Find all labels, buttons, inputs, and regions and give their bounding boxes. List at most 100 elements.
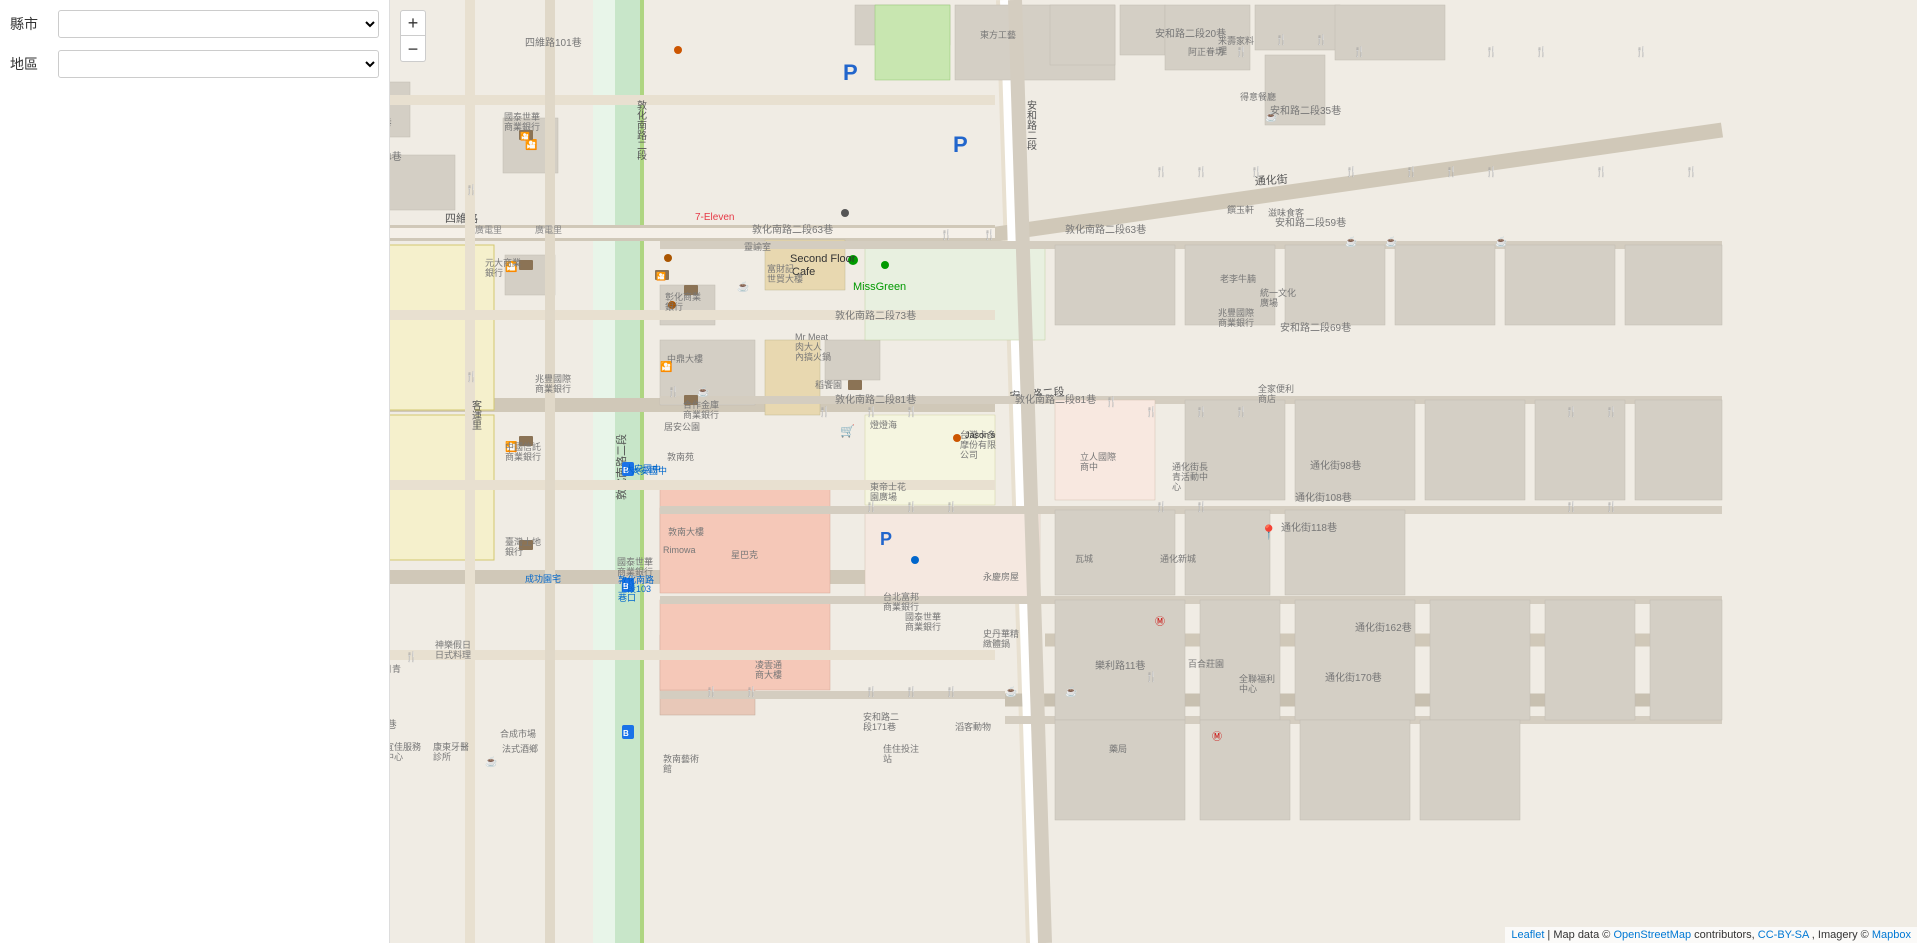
svg-text:🎦: 🎦 [520,131,530,141]
svg-text:敦化南路二段81巷: 敦化南路二段81巷 [835,393,916,406]
zoom-out-button[interactable]: − [400,36,426,62]
svg-text:商業銀行: 商業銀行 [504,121,540,132]
svg-text:全聯福利: 全聯福利 [1239,673,1275,684]
svg-text:診所: 診所 [433,751,451,762]
svg-text:🍴: 🍴 [705,685,717,698]
svg-text:銀行: 銀行 [505,546,523,557]
map-data-text: Map data © [1553,929,1610,941]
zoom-in-button[interactable]: + [400,10,426,36]
svg-text:🍴: 🍴 [1145,670,1157,683]
svg-text:國泰世華: 國泰世華 [905,611,941,622]
svg-text:四維路101巷: 四維路101巷 [525,36,582,49]
svg-text:☕: ☕ [485,755,497,768]
svg-text:稻饗園: 稻饗園 [815,379,842,390]
svg-text:神樂假日: 神樂假日 [435,639,471,650]
svg-text:康東牙醫: 康東牙醫 [433,741,469,752]
svg-text:通化街98巷: 通化街98巷 [1310,459,1361,472]
sidebar-panel: 縣市 地區 [0,0,390,943]
svg-text:🍴: 🍴 [1155,165,1167,178]
svg-text:廣電里: 廣電里 [535,224,562,235]
svg-text:安和路二段: 安和路二段 [1025,99,1037,151]
svg-text:園廣場: 園廣場 [870,491,897,502]
svg-text:臺灣土地: 臺灣土地 [505,536,541,547]
svg-text:7-Eleven: 7-Eleven [695,212,734,223]
svg-text:合作金庫: 合作金庫 [683,399,719,410]
svg-text:佳住投注: 佳住投注 [883,743,919,754]
svg-text:得意餐廳: 得意餐廳 [1240,91,1276,102]
svg-text:🍴: 🍴 [1235,405,1247,418]
svg-text:☕: ☕ [737,280,749,293]
svg-text:富財記: 富財記 [767,263,794,274]
svg-text:通化街108巷: 通化街108巷 [1295,491,1352,504]
svg-text:站: 站 [883,753,892,764]
svg-text:通化街162巷: 通化街162巷 [1355,621,1412,634]
svg-text:瓦城: 瓦城 [1075,554,1093,564]
svg-text:廣電里: 廣電里 [475,224,502,235]
svg-text:🍴: 🍴 [1605,405,1617,418]
svg-text:🍴: 🍴 [1250,165,1262,178]
map-attribution: Leaflet | Map data © OpenStreetMap contr… [1505,927,1917,943]
svg-text:客運里: 客運里 [470,399,482,430]
svg-text:國泰世華: 國泰世華 [504,111,540,122]
svg-text:商業銀行: 商業銀行 [1218,317,1254,328]
svg-text:日式料理: 日式料理 [435,649,471,660]
svg-text:P: P [843,60,858,85]
svg-text:🍴: 🍴 [865,405,877,418]
svg-text:中鼎大樓: 中鼎大樓 [667,353,703,364]
svg-text:Ⓜ: Ⓜ [1155,616,1165,628]
svg-text:東帝士花: 東帝士花 [870,481,906,492]
svg-text:合成市場: 合成市場 [500,728,536,739]
svg-text:🍴: 🍴 [1315,33,1327,46]
svg-text:成功園宅: 成功園宅 [525,573,561,584]
svg-text:通化新城: 通化新城 [1160,553,1196,564]
osm-link[interactable]: OpenStreetMap [1613,929,1691,941]
svg-text:東方工藝: 東方工藝 [980,29,1016,40]
svg-text:🍴: 🍴 [1195,500,1207,513]
svg-text:青活動中: 青活動中 [1172,471,1208,482]
svg-text:🍴: 🍴 [1485,45,1497,58]
svg-text:彰化商業: 彰化商業 [665,291,701,302]
svg-text:☕: ☕ [1065,685,1077,698]
svg-text:居安公園: 居安公園 [664,421,700,432]
svg-text:🍴: 🍴 [1195,405,1207,418]
svg-text:🍴: 🍴 [1595,165,1607,178]
svg-text:安和路二段20巷: 安和路二段20巷 [1155,27,1226,40]
svg-text:商業銀行: 商業銀行 [883,601,919,612]
cc-by-sa-link[interactable]: CC-BY-SA [1758,929,1809,941]
imagery-text: , Imagery © [1812,929,1869,941]
svg-text:永慶房屋: 永慶房屋 [983,571,1019,582]
svg-text:館: 館 [663,763,672,774]
zoom-controls: + − [400,10,426,62]
svg-text:心: 心 [1172,482,1181,492]
city-select[interactable] [58,10,379,38]
svg-text:🍴: 🍴 [905,405,917,418]
district-select[interactable] [58,50,379,78]
leaflet-link[interactable]: Leaflet [1511,929,1544,941]
svg-text:兆豐國際: 兆豐國際 [535,373,571,384]
svg-text:🍴: 🍴 [983,228,995,241]
svg-text:🍴: 🍴 [1565,500,1577,513]
svg-text:🍴: 🍴 [945,685,957,698]
svg-text:台北富邦: 台北富邦 [883,591,919,602]
svg-text:敦南大樓: 敦南大樓 [668,526,704,537]
svg-text:肉大人: 肉大人 [795,341,822,352]
svg-text:立人國際: 立人國際 [1080,451,1116,462]
svg-text:摩份有限: 摩份有限 [960,439,996,450]
svg-text:🍴: 🍴 [905,685,917,698]
svg-text:敦化南路二段73巷: 敦化南路二段73巷 [835,309,916,322]
svg-text:燈燈海: 燈燈海 [870,419,897,430]
svg-text:安和路二段69巷: 安和路二段69巷 [1280,321,1351,334]
svg-text:🍴: 🍴 [1235,45,1247,58]
svg-text:敦化南路二段: 敦化南路二段 [635,99,647,161]
svg-text:🍴: 🍴 [1353,45,1365,58]
svg-text:P: P [953,132,968,157]
svg-text:通化街118巷: 通化街118巷 [1281,521,1337,534]
svg-text:滔客動物: 滔客動物 [955,721,991,732]
svg-text:國泰世華: 國泰世華 [617,556,653,567]
svg-text:🍴: 🍴 [1605,500,1617,513]
svg-text:史丹華精: 史丹華精 [983,628,1019,639]
district-row: 地區 [10,50,379,78]
svg-text:🍴: 🍴 [865,685,877,698]
mapbox-link[interactable]: Mapbox [1872,929,1911,941]
svg-text:敦南苑: 敦南苑 [667,451,694,462]
